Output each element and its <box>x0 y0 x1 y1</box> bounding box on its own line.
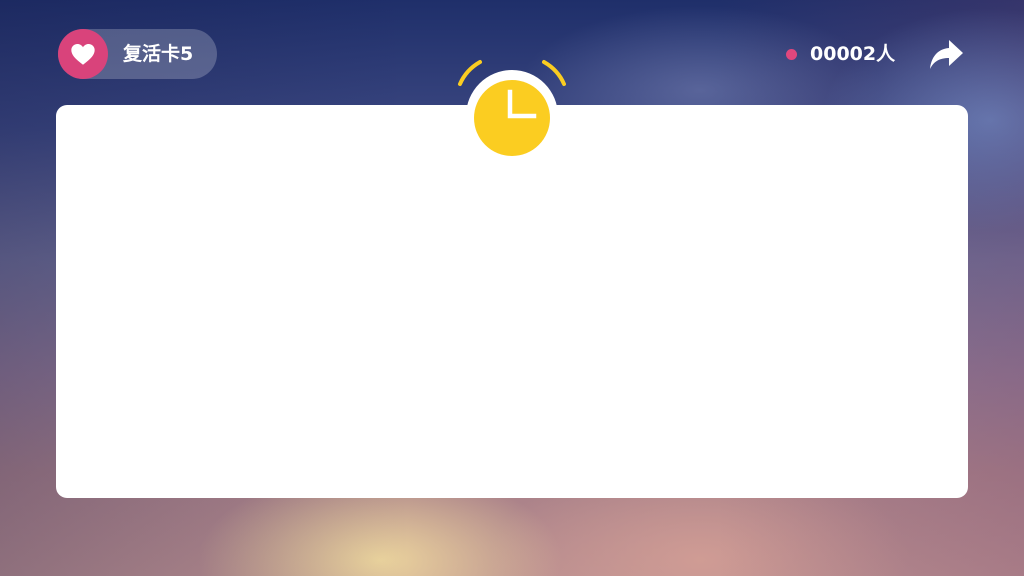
alarm-clock-icon <box>458 60 566 162</box>
online-count-text: 00002人 <box>810 43 896 65</box>
question-card <box>56 105 968 498</box>
revive-card-count: 复活卡5 <box>123 43 194 65</box>
game-screen: 复活卡5 00002人 <box>0 0 1024 576</box>
share-arrow-icon <box>930 40 963 69</box>
revive-card-badge[interactable]: 复活卡5 <box>58 29 217 79</box>
heart-icon <box>71 43 95 65</box>
online-status-dot <box>786 49 797 60</box>
heart-badge <box>58 29 108 79</box>
share-button[interactable] <box>927 38 965 72</box>
